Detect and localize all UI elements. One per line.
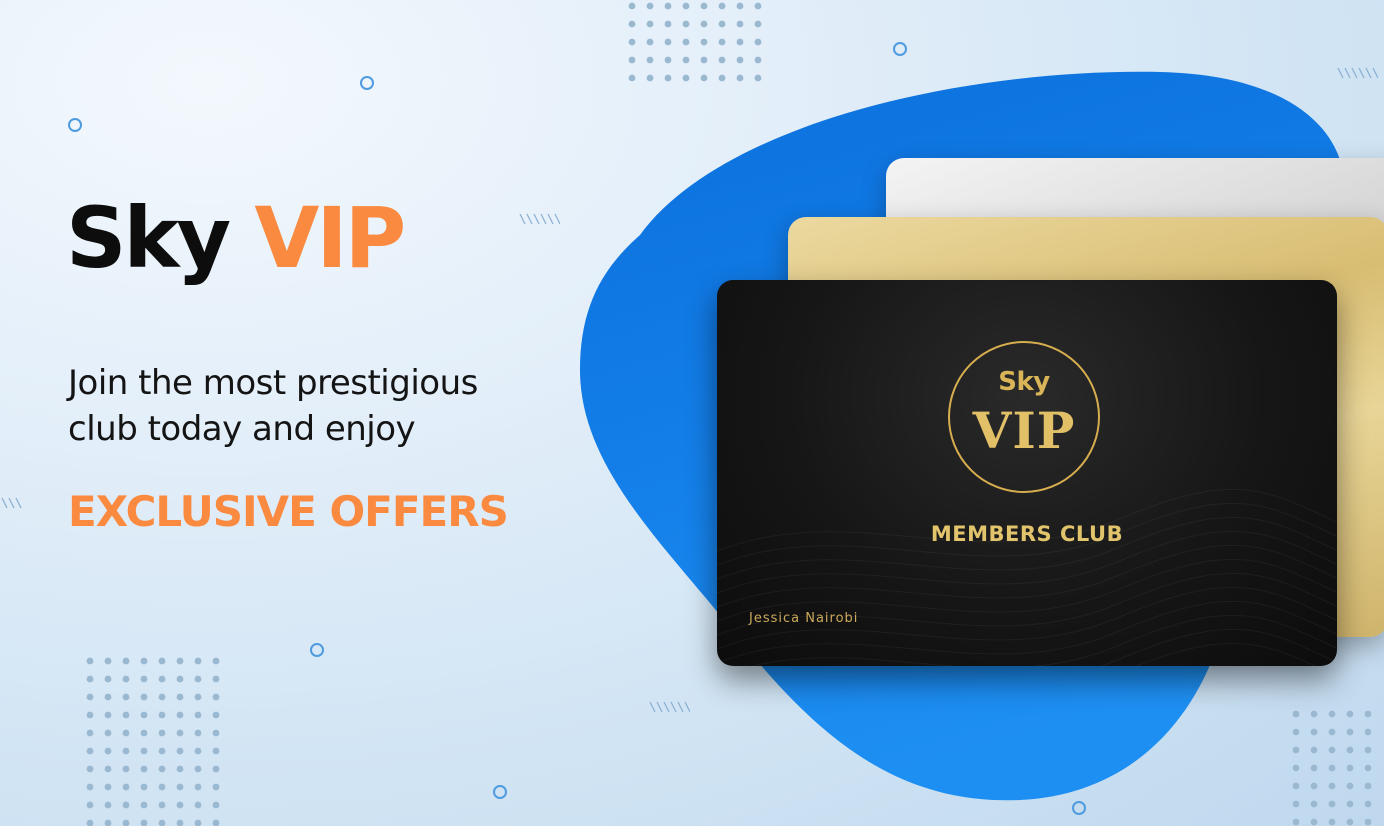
ring-decoration bbox=[360, 76, 374, 90]
card-holder-name: Jessica Nairobi bbox=[749, 611, 859, 626]
hatch-decoration bbox=[1, 497, 22, 509]
dot-grid-bottom-right bbox=[1292, 710, 1372, 826]
hatch-decoration bbox=[519, 213, 560, 225]
headline-word-vip: VIP bbox=[254, 189, 406, 287]
exclusive-offers-text: EXCLUSIVE OFFERS bbox=[68, 487, 509, 536]
ring-decoration bbox=[68, 118, 82, 132]
ring-decoration bbox=[310, 643, 324, 657]
members-club-label: MEMBERS CLUB bbox=[930, 522, 1124, 546]
tagline-line-1: Join the most prestigious bbox=[68, 363, 478, 403]
emblem-vip-text: VIP bbox=[972, 401, 1076, 460]
ring-decoration bbox=[1072, 801, 1086, 815]
hatch-decoration bbox=[649, 701, 690, 713]
ring-decoration bbox=[493, 785, 507, 799]
black-vip-card: Sky VIP MEMBERS CLUB Jessica Nairobi bbox=[717, 280, 1337, 666]
hatch-decoration bbox=[1337, 67, 1378, 79]
tagline: Join the most prestigious club today and… bbox=[68, 360, 478, 452]
emblem-brand-text: Sky bbox=[998, 367, 1050, 397]
dot-grid-bottom-left bbox=[86, 657, 220, 826]
tagline-line-2: club today and enjoy bbox=[68, 409, 416, 449]
headline: Sky VIP bbox=[66, 196, 406, 280]
dot-grid-top bbox=[628, 2, 762, 82]
ring-decoration bbox=[893, 42, 907, 56]
headline-word-sky: Sky bbox=[66, 189, 231, 287]
vip-emblem: Sky VIP bbox=[948, 341, 1100, 493]
promo-banner: Sky VIP Join the most prestigious club t… bbox=[0, 0, 1384, 826]
